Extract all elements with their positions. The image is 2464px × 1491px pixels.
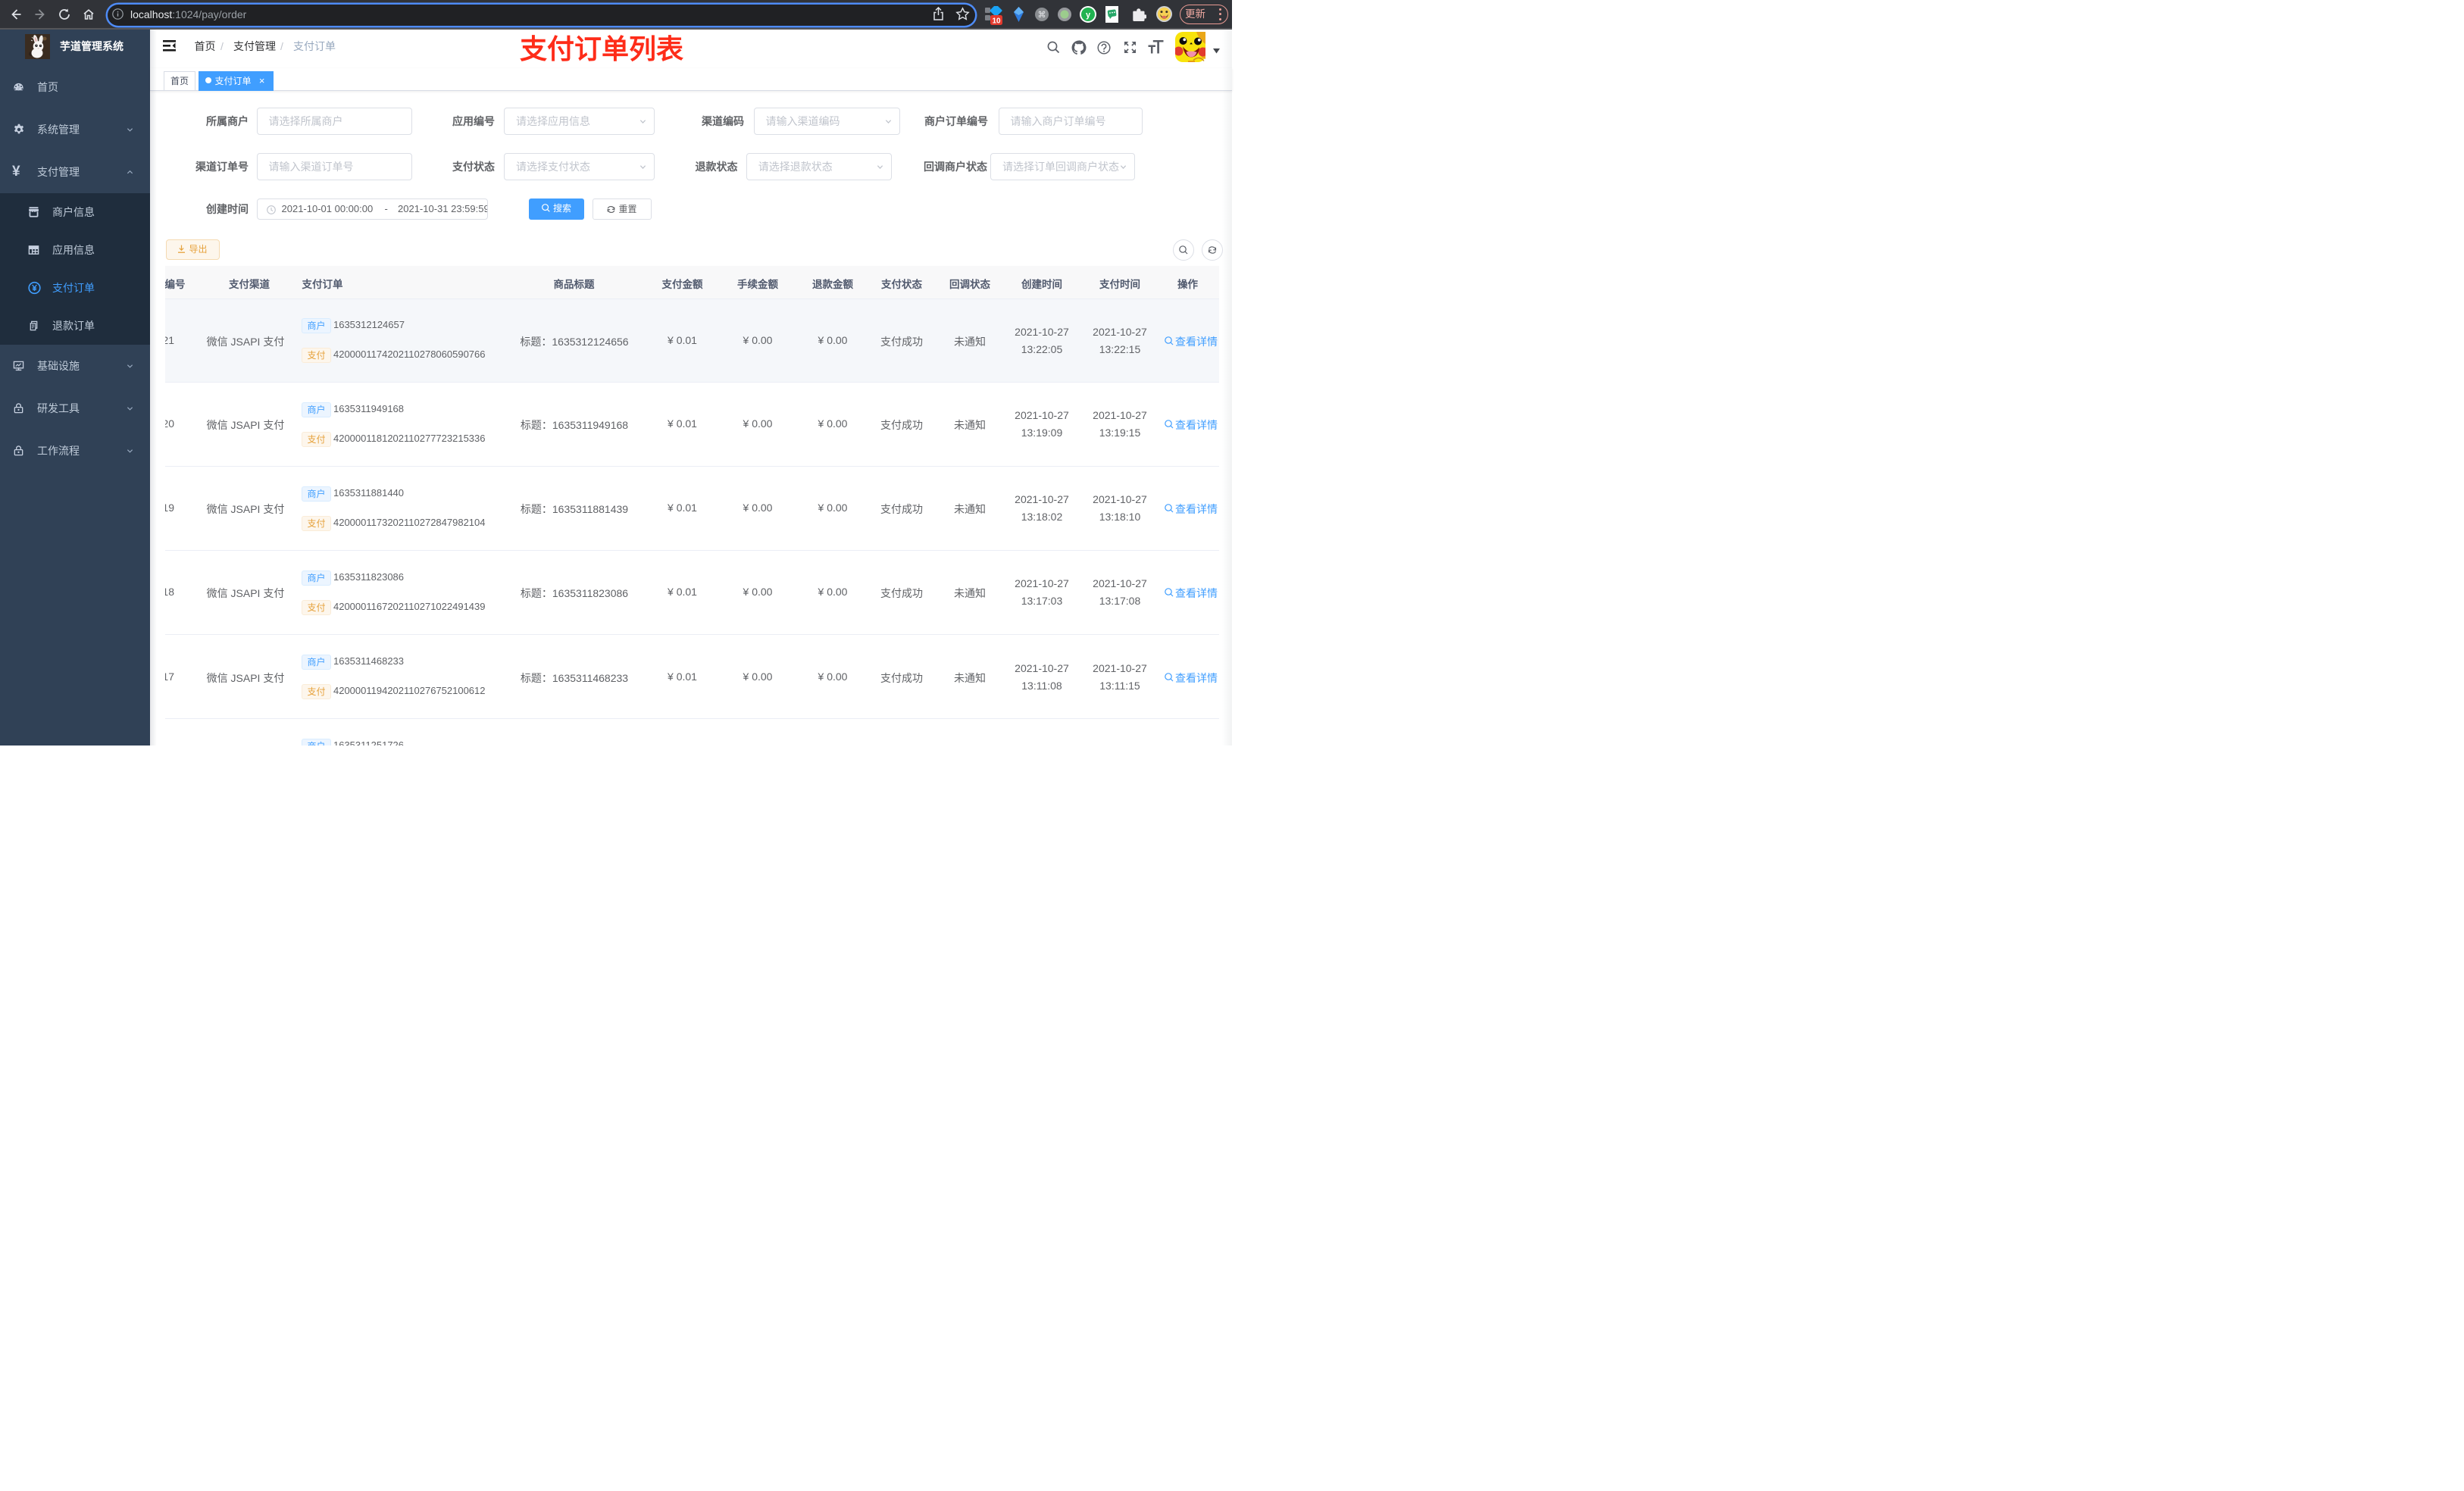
svg-text:y: y: [1086, 11, 1091, 20]
svg-text:⌘: ⌘: [1038, 11, 1046, 20]
svg-text:10: 10: [992, 17, 1001, 25]
